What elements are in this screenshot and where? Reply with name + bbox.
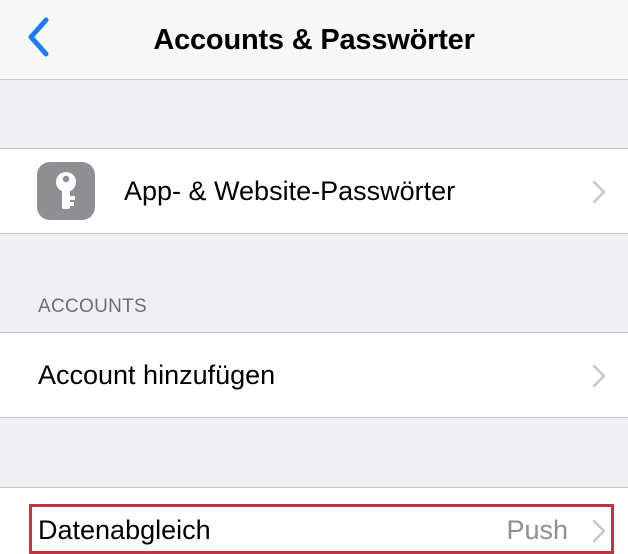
- chevron-right-icon: [592, 180, 606, 204]
- add-account-label: Account hinzufügen: [38, 360, 276, 390]
- chevron-right-icon: [592, 364, 606, 388]
- accounts-section-header: ACCOUNTS: [38, 296, 148, 317]
- key-icon: [37, 162, 95, 220]
- page-title: Accounts & Passwörter: [153, 23, 475, 56]
- passwords-label: App- & Website-Passwörter: [124, 176, 456, 206]
- fetch-data-label: Datenabgleich: [38, 515, 211, 545]
- passwords-row[interactable]: App- & Website-Passwörter: [0, 148, 628, 234]
- navigation-bar: Accounts & Passwörter: [0, 0, 628, 80]
- add-account-row[interactable]: Account hinzufügen: [0, 332, 628, 418]
- fetch-data-value: Push: [506, 515, 568, 545]
- chevron-right-icon: [592, 519, 606, 543]
- fetch-data-row[interactable]: Datenabgleich Push: [0, 487, 628, 554]
